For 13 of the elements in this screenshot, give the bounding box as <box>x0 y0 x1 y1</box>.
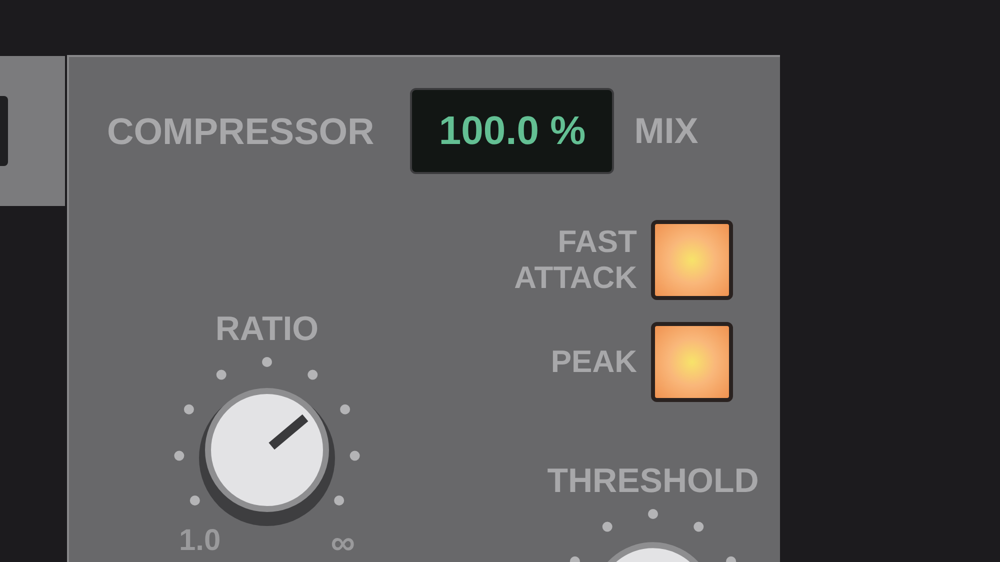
switch-label: PEAK <box>550 344 637 380</box>
max-label: ∞ <box>330 526 355 560</box>
section-title: COMPRESSOR <box>107 112 374 150</box>
toggle-switch[interactable] <box>651 220 733 300</box>
threshold-label: THRESHOLD <box>547 464 759 498</box>
ratio-label: RATIO <box>215 312 319 346</box>
switch-label: FAST ATTACK <box>514 224 637 296</box>
control-edge <box>0 96 8 166</box>
mix-label: MIX <box>634 113 698 149</box>
toggle-switch[interactable] <box>651 322 733 402</box>
mix-display[interactable]: 100.0 % <box>410 88 614 174</box>
ratio-knob[interactable] <box>199 388 335 526</box>
threshold-knob[interactable] <box>605 542 701 562</box>
